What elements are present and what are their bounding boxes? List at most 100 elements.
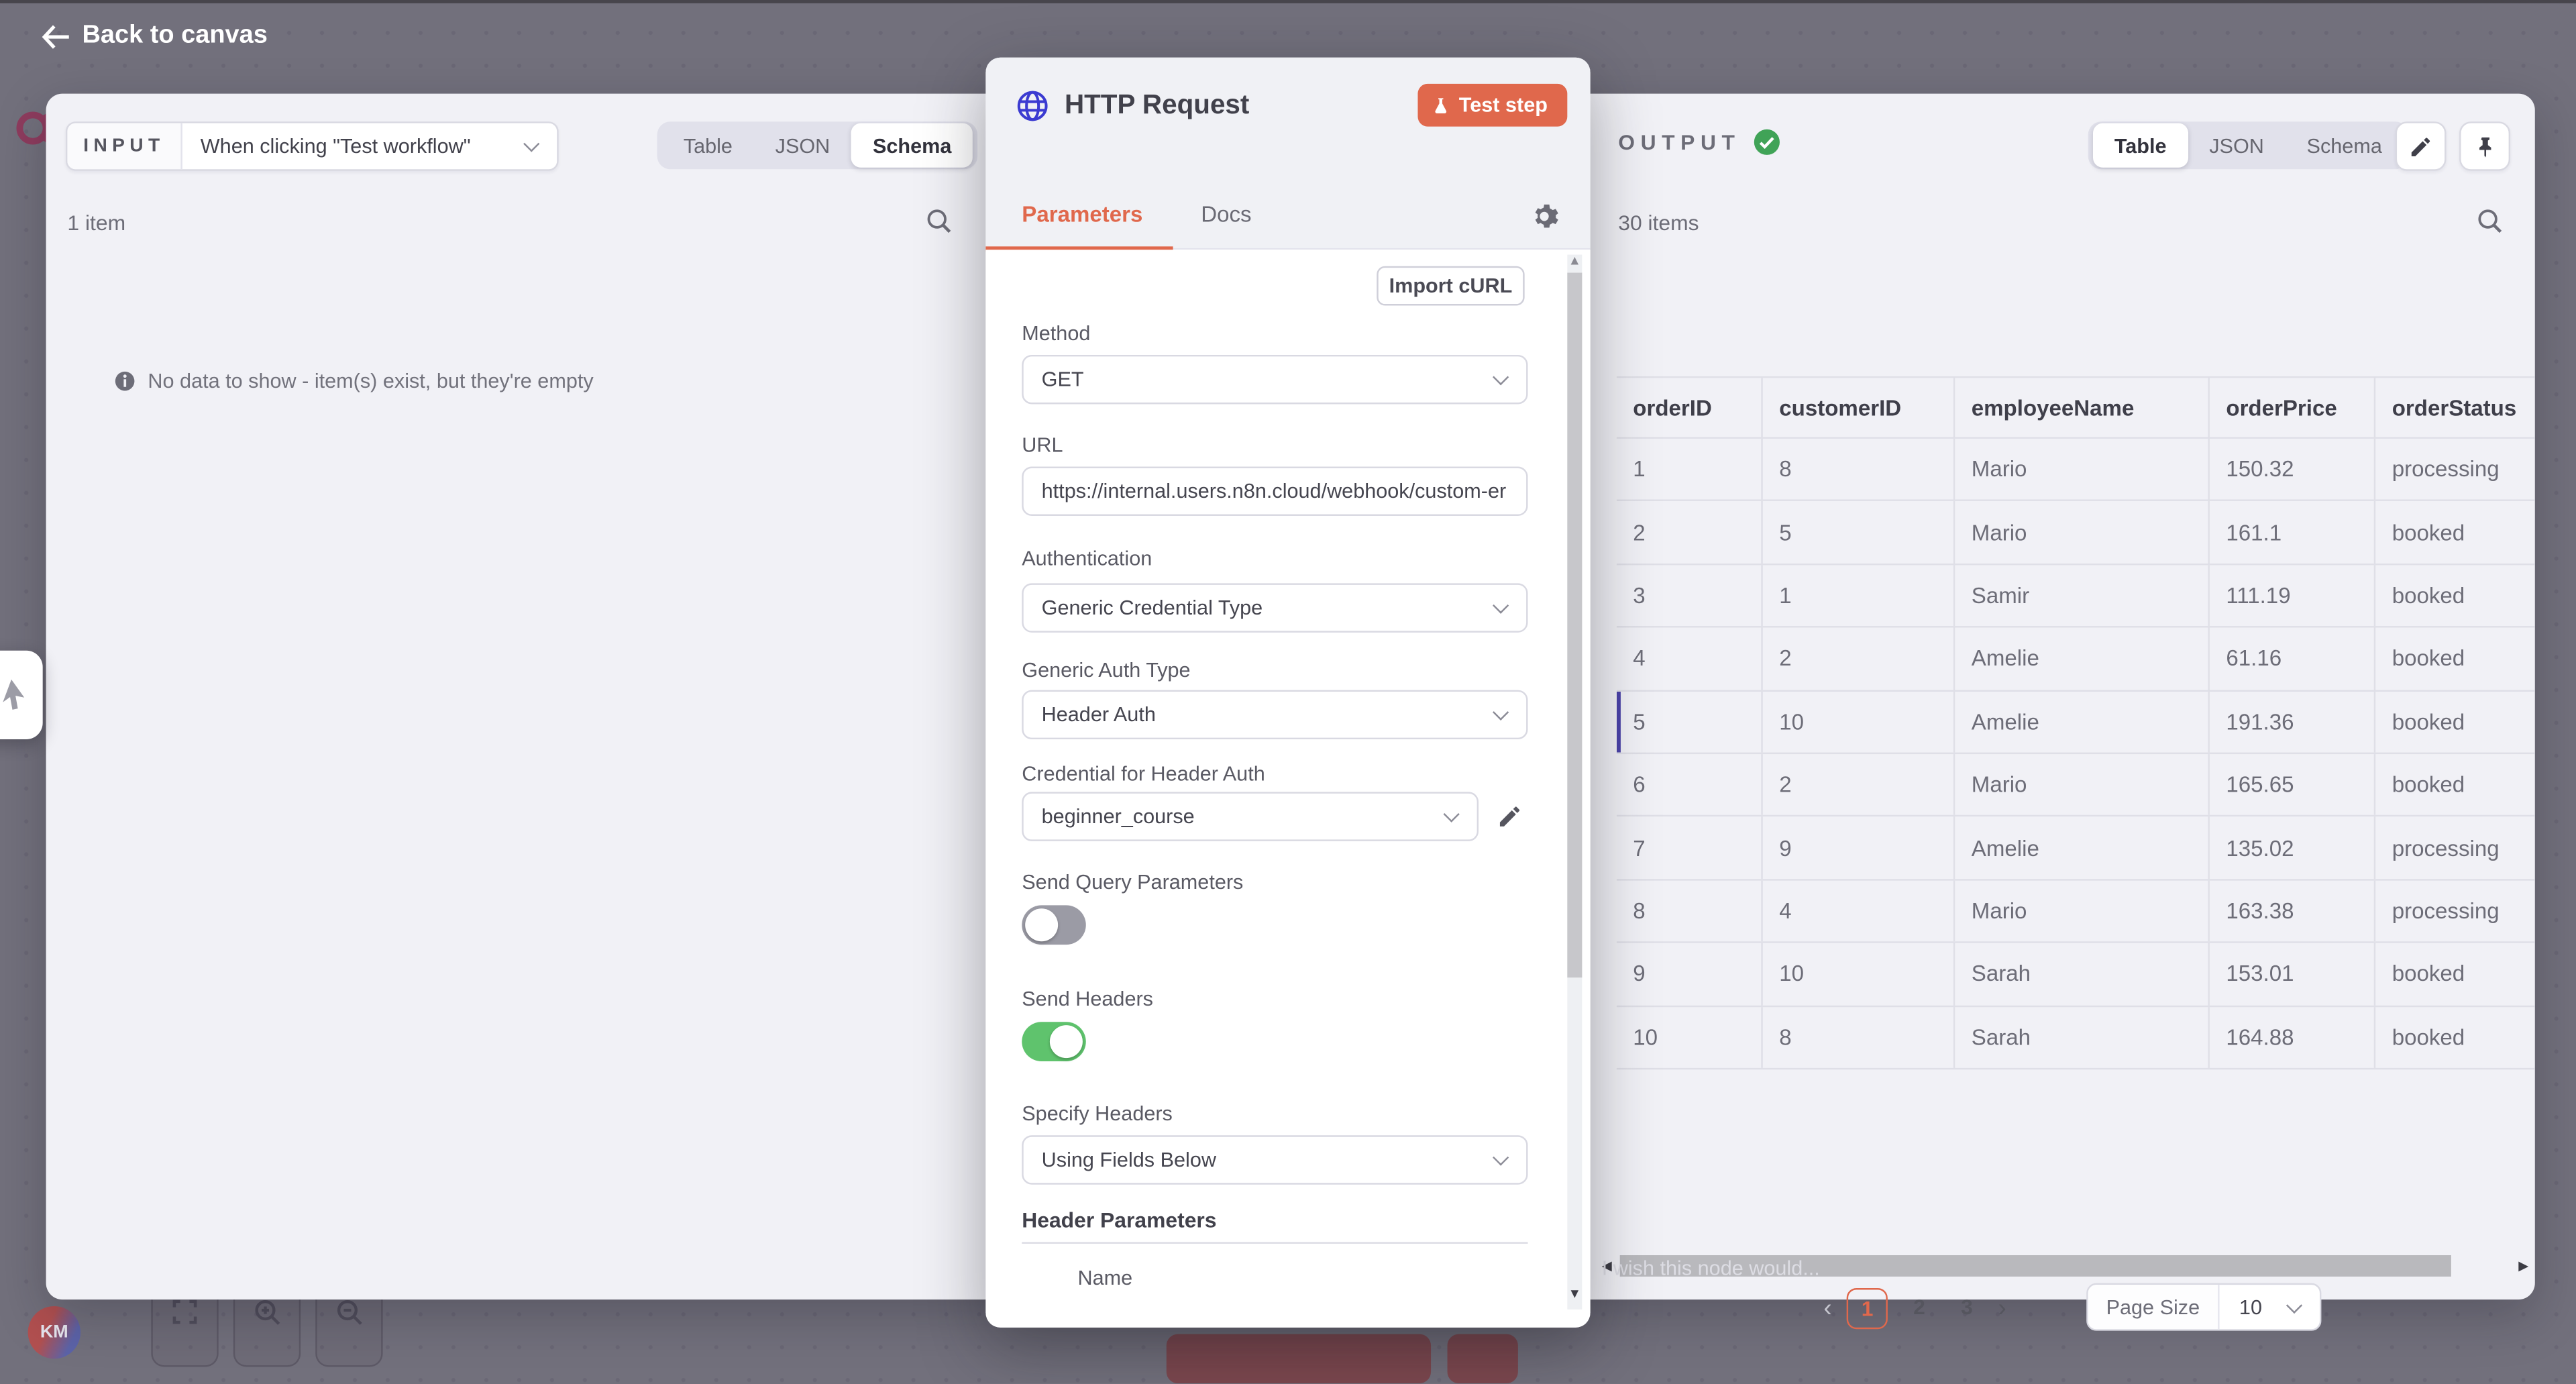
table-cell: 1: [1763, 565, 1955, 627]
generic-auth-type-select[interactable]: Header Auth: [1022, 690, 1527, 739]
specify-headers-label: Specify Headers: [1022, 1102, 1173, 1125]
tab-parameters[interactable]: Parameters: [1022, 202, 1142, 227]
table-cell: 2: [1763, 628, 1955, 690]
edit-output-button[interactable]: [2396, 121, 2447, 170]
chevron-down-icon: [1493, 1149, 1509, 1165]
page-size-value[interactable]: 10: [2220, 1285, 2320, 1329]
input-items-count: 1 item: [67, 210, 125, 235]
success-check-icon: [1754, 128, 1782, 156]
page-prev-icon[interactable]: ‹: [1823, 1294, 1831, 1322]
method-select[interactable]: GET: [1022, 355, 1527, 404]
back-label: Back to canvas: [82, 21, 267, 51]
modal-body: Import cURL Method GET URL https://inter…: [985, 250, 1590, 1328]
method-label: Method: [1022, 322, 1090, 345]
table-cell: 135.02: [2210, 817, 2375, 879]
back-to-canvas[interactable]: Back to canvas: [41, 21, 268, 51]
table-cell: 164.88: [2210, 1006, 2375, 1068]
table-cell: 150.32: [2210, 439, 2375, 500]
table-cell: 4: [1763, 880, 1955, 942]
authentication-label: Authentication: [1022, 547, 1152, 570]
column-header-orderID: orderID: [1617, 378, 1763, 437]
globe-icon: [1015, 88, 1049, 122]
table-cell: Mario: [1955, 502, 2210, 564]
table-cell: 61.16: [2210, 628, 2375, 690]
table-cell: processing: [2375, 817, 2535, 879]
input-source-value[interactable]: When clicking "Test workflow": [182, 123, 557, 170]
table-row[interactable]: 84Mario163.38processing: [1617, 880, 2535, 943]
test-step-button[interactable]: Test step: [1418, 84, 1568, 127]
chevron-down-icon: [523, 136, 539, 152]
output-search-icon[interactable]: [2476, 207, 2504, 235]
flask-icon: [1431, 95, 1450, 116]
tab-docs[interactable]: Docs: [1201, 202, 1251, 227]
table-cell: 5: [1617, 691, 1763, 753]
page-button-2[interactable]: 2: [1902, 1287, 1935, 1328]
table-cell: 163.38: [2210, 880, 2375, 942]
table-cell: 161.1: [2210, 502, 2375, 564]
wish-text: I wish this node would...: [1602, 1257, 1820, 1279]
input-search-icon[interactable]: [925, 207, 953, 235]
table-row[interactable]: 42Amelie61.16booked: [1617, 628, 2535, 691]
table-row[interactable]: 25Mario161.1booked: [1617, 502, 2535, 565]
output-tab-schema[interactable]: Schema: [2286, 127, 2404, 164]
table-cell: 4: [1617, 628, 1763, 690]
node-feedback-prompt[interactable]: I wish this node would...: [1569, 1257, 1820, 1279]
table-cell: 2: [1763, 754, 1955, 816]
url-input[interactable]: https://internal.users.n8n.cloud/webhook…: [1022, 467, 1527, 516]
table-cell: booked: [2375, 565, 2535, 627]
divider: [1022, 1242, 1527, 1243]
dimmed-canvas-button: [1448, 1334, 1518, 1383]
table-cell: Sarah: [1955, 943, 2210, 1005]
output-panel-label: OUTPUT: [1618, 129, 1740, 154]
pin-data-button[interactable]: [2459, 121, 2510, 170]
output-tab-json[interactable]: JSON: [2188, 127, 2285, 164]
url-label: URL: [1022, 434, 1063, 457]
table-cell: 165.65: [2210, 754, 2375, 816]
table-cell: 8: [1763, 1006, 1955, 1068]
table-cell: booked: [2375, 1006, 2535, 1068]
table-header-row: orderIDcustomerIDemployeeNameorderPriceo…: [1617, 376, 2535, 439]
input-tab-json[interactable]: JSON: [754, 127, 851, 164]
output-tab-table[interactable]: Table: [2093, 123, 2188, 168]
node-title: HTTP Request: [1065, 89, 1403, 121]
table-row[interactable]: 79Amelie135.02processing: [1617, 817, 2535, 880]
send-headers-toggle[interactable]: [1022, 1022, 1086, 1061]
import-curl-button[interactable]: Import cURL: [1377, 266, 1524, 306]
send-query-toggle[interactable]: [1022, 905, 1086, 945]
fit-screen-icon: [171, 1298, 199, 1326]
edit-credential-icon[interactable]: [1497, 804, 1523, 830]
column-header-orderPrice: orderPrice: [2210, 378, 2375, 437]
page-button-1[interactable]: 1: [1847, 1287, 1888, 1328]
table-cell: 9: [1617, 943, 1763, 1005]
table-cell: 10: [1763, 943, 1955, 1005]
table-cell: Sarah: [1955, 1006, 2210, 1068]
authentication-select[interactable]: Generic Credential Type: [1022, 583, 1527, 632]
table-cell: booked: [2375, 754, 2535, 816]
input-source-select[interactable]: INPUT When clicking "Test workflow": [66, 121, 559, 170]
hscroll-right-icon[interactable]: ▶: [2518, 1259, 2528, 1273]
input-tab-table[interactable]: Table: [662, 127, 754, 164]
table-row[interactable]: 910Sarah153.01booked: [1617, 943, 2535, 1006]
toggle-knob: [1050, 1025, 1083, 1058]
table-row[interactable]: 31Samir111.19booked: [1617, 565, 2535, 628]
page-size-control[interactable]: Page Size 10: [2086, 1283, 2321, 1331]
cursor-tool-button[interactable]: [0, 651, 43, 739]
scroll-up-icon[interactable]: ▲: [1567, 253, 1582, 268]
input-empty-message: No data to show - item(s) exist, but the…: [113, 370, 594, 392]
table-row[interactable]: 510Amelie191.36booked: [1617, 691, 2535, 754]
user-avatar[interactable]: KM: [28, 1306, 80, 1359]
table-row[interactable]: 62Mario165.65booked: [1617, 754, 2535, 817]
gear-icon[interactable]: [1529, 202, 1559, 231]
specify-headers-select[interactable]: Using Fields Below: [1022, 1135, 1527, 1184]
scroll-down-icon[interactable]: ▼: [1567, 1287, 1582, 1301]
table-row[interactable]: 18Mario150.32processing: [1617, 439, 2535, 502]
modal-scrollbar-thumb[interactable]: [1567, 273, 1582, 978]
page-next-icon[interactable]: ›: [1998, 1294, 2006, 1322]
table-row[interactable]: 108Sarah164.88booked: [1617, 1006, 2535, 1069]
back-arrow-icon: [41, 24, 69, 49]
credential-select[interactable]: beginner_course: [1022, 792, 1479, 841]
chevron-down-icon: [1444, 806, 1460, 822]
input-tab-schema[interactable]: Schema: [851, 123, 973, 168]
page-button-3[interactable]: 3: [1951, 1287, 1984, 1328]
table-cell: 111.19: [2210, 565, 2375, 627]
